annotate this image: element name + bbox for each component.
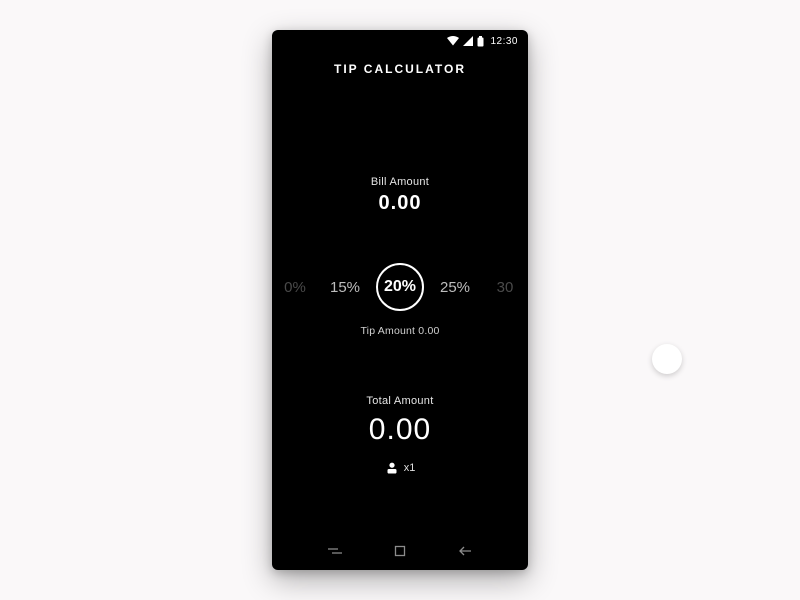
bill-amount-block[interactable]: Bill Amount 0.00 — [371, 176, 429, 215]
tip-option-1[interactable]: 15% — [326, 279, 364, 296]
wifi-icon — [447, 36, 459, 46]
content-area: Bill Amount 0.00 0% 15% 20% 25% 30 Tip A… — [272, 76, 528, 536]
recent-apps-button[interactable] — [320, 541, 350, 561]
tip-option-3[interactable]: 25% — [436, 279, 474, 296]
phone-frame: 12:30 TIP CALCULATOR Bill Amount 0.00 0%… — [272, 30, 528, 570]
bill-amount-label: Bill Amount — [371, 176, 429, 188]
tip-option-selected[interactable]: 20% — [376, 263, 424, 311]
clock: 12:30 — [490, 36, 518, 47]
floating-action-circle[interactable] — [652, 344, 682, 374]
back-button[interactable] — [450, 541, 480, 561]
status-bar: 12:30 — [272, 30, 528, 50]
home-button[interactable] — [385, 541, 415, 561]
tip-percentage-picker[interactable]: 0% 15% 20% 25% 30 — [272, 263, 528, 311]
android-nav-bar — [272, 536, 528, 570]
tip-option-4[interactable]: 30 — [486, 279, 524, 296]
battery-icon — [477, 36, 484, 47]
total-amount-value: 0.00 — [366, 413, 433, 447]
total-amount-block: Total Amount 0.00 — [366, 395, 433, 447]
signal-icon — [463, 36, 473, 46]
tip-option-0[interactable]: 0% — [276, 279, 314, 296]
person-icon — [385, 461, 399, 475]
app-title: TIP CALCULATOR — [272, 62, 528, 76]
bill-amount-value: 0.00 — [371, 192, 429, 215]
people-splitter[interactable]: x1 — [385, 461, 416, 475]
total-amount-label: Total Amount — [366, 395, 433, 407]
tip-amount-label: Tip Amount 0.00 — [360, 325, 439, 337]
people-count: x1 — [404, 462, 416, 474]
